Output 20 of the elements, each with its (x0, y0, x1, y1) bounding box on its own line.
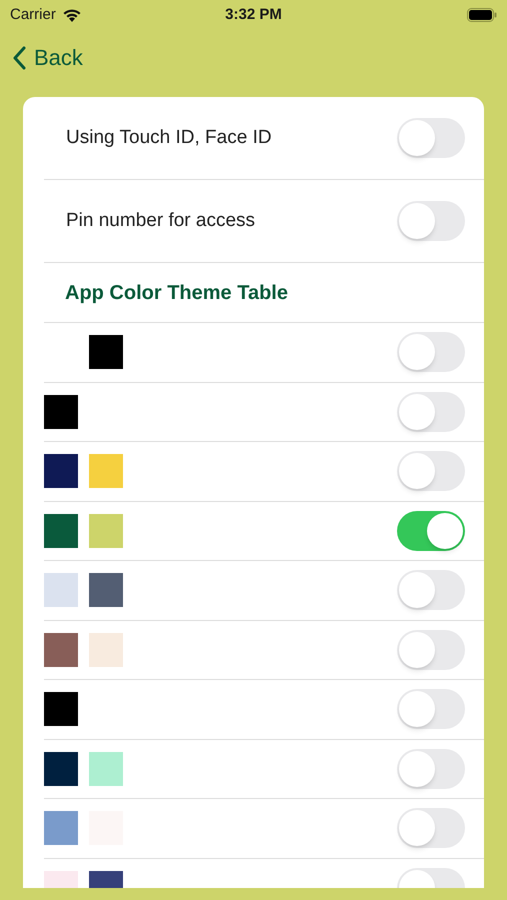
chevron-left-icon (12, 46, 26, 70)
toggle-switch[interactable] (397, 808, 465, 848)
status-time: 3:32 PM (225, 4, 282, 25)
toggle-switch[interactable] (397, 118, 465, 158)
setting-label: Pin number for access (66, 208, 256, 233)
toggle-switch[interactable] (397, 451, 465, 492)
toggle-switch[interactable] (397, 332, 465, 372)
battery-icon (466, 8, 497, 22)
toggle-switch[interactable] (397, 510, 465, 551)
toggle-switch[interactable] (397, 748, 465, 789)
section-title: App Color Theme Table (65, 280, 288, 306)
toggle-switch[interactable] (397, 630, 465, 670)
toggle-switch[interactable] (397, 570, 465, 610)
carrier-label: Carrier (10, 4, 56, 25)
wifi-icon (62, 8, 82, 22)
toggle-switch[interactable] (397, 392, 465, 432)
toggle-switch[interactable] (397, 689, 465, 730)
back-button[interactable]: Back (12, 41, 83, 74)
toggle-switch[interactable] (397, 201, 465, 241)
setting-label: Using Touch ID, Face ID (66, 126, 272, 150)
